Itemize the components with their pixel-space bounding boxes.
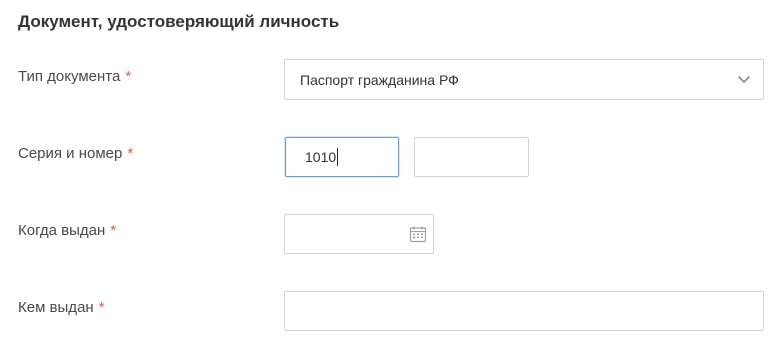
doc-type-label: Тип документа * [18,68,131,85]
required-star: * [110,222,117,239]
passport-series-input[interactable]: 1010 [285,137,399,177]
issued-by-input[interactable] [284,291,764,331]
series-number-label: Серия и номер * [18,145,133,162]
doc-type-select[interactable]: Паспорт гражданина РФ [284,59,764,100]
passport-series-value: 1010 [305,149,337,165]
section-title: Документ, удостоверяющий личность [18,12,340,31]
required-star: * [125,68,132,85]
issue-date-label: Когда выдан * [18,222,116,239]
calendar-icon[interactable] [409,225,427,243]
doc-type-select-value: Паспорт гражданина РФ [300,71,459,88]
issued-by-label-text: Кем выдан [18,299,94,316]
required-star: * [98,299,105,316]
issue-date-input[interactable] [284,214,434,254]
passport-number-input[interactable] [414,137,529,177]
issued-by-label: Кем выдан * [18,299,105,316]
text-caret [337,148,339,166]
required-star: * [127,145,134,162]
identity-document-form: Документ, удостоверяющий личность Тип до… [0,0,781,364]
issue-date-label-text: Когда выдан [18,222,106,239]
chevron-down-icon [729,59,759,100]
series-number-label-text: Серия и номер [18,145,123,162]
doc-type-label-text: Тип документа [18,68,121,85]
